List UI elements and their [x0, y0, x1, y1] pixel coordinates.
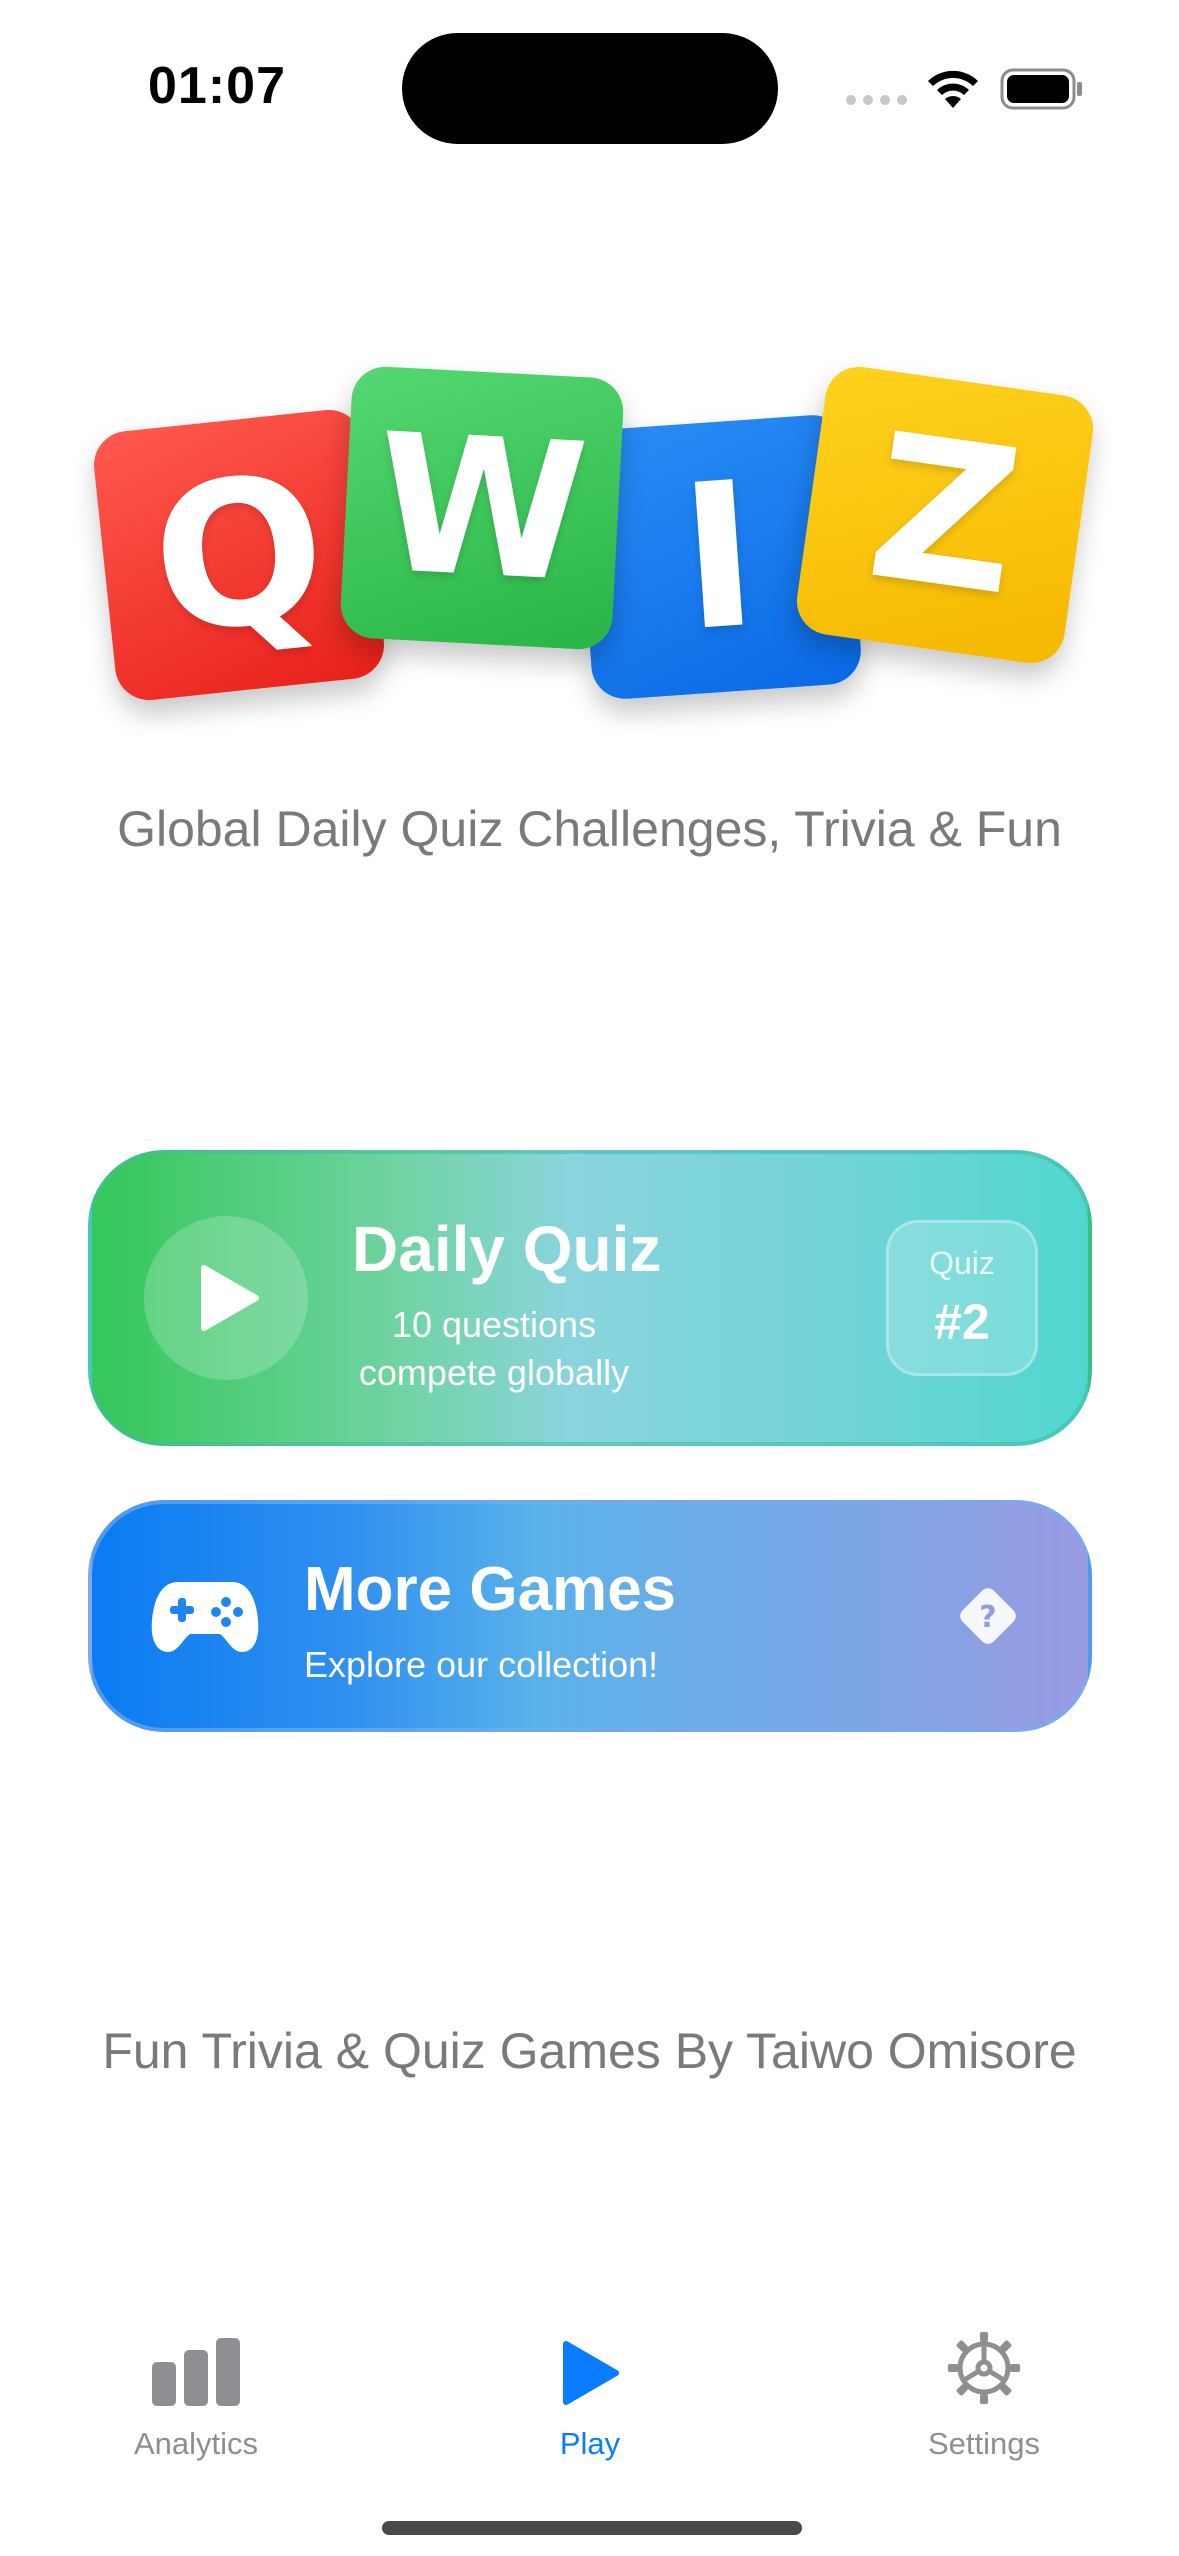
dynamic-island — [402, 33, 778, 144]
play-icon — [563, 2341, 619, 2405]
quiz-number-badge: Quiz #2 — [886, 1220, 1038, 1376]
more-games-title: More Games — [304, 1555, 677, 1624]
daily-quiz-button[interactable]: Daily Quiz 10 questions compete globally… — [88, 1150, 1092, 1446]
tab-play[interactable]: Play — [490, 2316, 690, 2462]
svg-text:?: ? — [979, 1600, 996, 1635]
qwiz-logo: Q I W Z — [90, 360, 1110, 720]
daily-quiz-subtitle-line1: 10 questions — [391, 1304, 597, 1345]
wifi-icon — [928, 70, 978, 108]
quiz-badge-number: #2 — [934, 1294, 990, 1350]
daily-quiz-subtitle-line2: compete globally — [358, 1352, 630, 1393]
daily-quiz-title: Daily Quiz — [352, 1213, 662, 1285]
tagline: Global Daily Quiz Challenges, Trivia & F… — [117, 801, 1062, 857]
status-time: 01:07 — [148, 57, 286, 115]
gear-icon — [948, 2332, 1020, 2404]
tab-settings-label: Settings — [927, 2426, 1040, 2461]
question-diamond-icon: ? — [960, 1588, 1016, 1644]
tab-play-label: Play — [559, 2426, 621, 2461]
cellular-signal-icon — [846, 95, 907, 105]
more-games-button[interactable]: More Games Explore our collection! ? — [88, 1500, 1092, 1732]
tab-analytics-label: Analytics — [133, 2426, 259, 2461]
logo-tile-z: Z — [792, 362, 1098, 668]
footer-credit: Fun Trivia & Quiz Games By Taiwo Omisore — [102, 2023, 1077, 2079]
home-screen: 01:07 Q I W Z Global Daily Quiz Challeng… — [0, 0, 1179, 2556]
bar-chart-icon — [152, 2338, 240, 2406]
gamepad-icon — [151, 1582, 259, 1652]
quiz-badge-label: Quiz — [929, 1245, 995, 1281]
battery-icon — [1000, 68, 1082, 110]
home-indicator[interactable] — [382, 2521, 802, 2535]
play-icon — [144, 1216, 308, 1380]
more-games-subtitle: Explore our collection! — [304, 1644, 659, 1685]
tab-settings[interactable]: Settings — [884, 2316, 1084, 2462]
logo-tile-w: W — [339, 365, 625, 651]
tab-analytics[interactable]: Analytics — [96, 2316, 296, 2462]
